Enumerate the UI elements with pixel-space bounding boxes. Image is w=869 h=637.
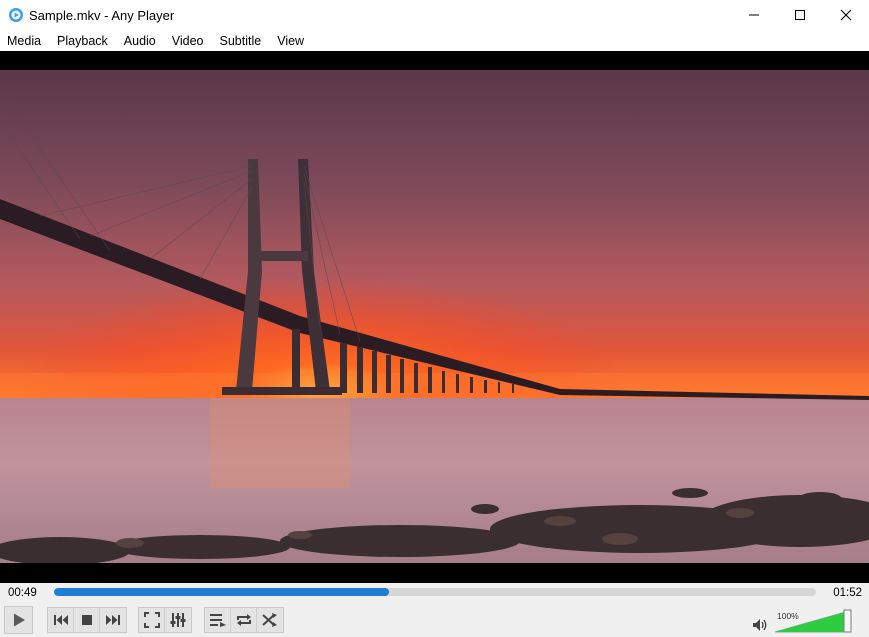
close-button[interactable]: [823, 0, 869, 30]
maximize-icon: [795, 10, 805, 20]
menu-playback[interactable]: Playback: [57, 34, 108, 48]
stop-icon: [81, 615, 92, 625]
skip-next-icon: [106, 615, 120, 625]
window-controls: [731, 0, 869, 30]
menu-video[interactable]: Video: [172, 34, 204, 48]
transport-controls: [47, 607, 127, 633]
fullscreen-button[interactable]: [139, 608, 165, 632]
play-icon: [13, 613, 25, 627]
equalizer-button[interactable]: [165, 608, 191, 632]
total-time: 01:52: [833, 587, 862, 599]
seek-bar-progress: [54, 588, 390, 596]
menu-bar: Media Playback Audio Video Subtitle View: [0, 30, 869, 51]
minimize-icon: [749, 14, 759, 16]
video-frame: [0, 51, 869, 583]
fullscreen-icon: [143, 612, 160, 628]
repeat-button[interactable]: [231, 608, 257, 632]
close-icon: [840, 9, 852, 21]
stop-button[interactable]: [74, 608, 100, 632]
view-controls: [138, 607, 192, 633]
video-display[interactable]: [0, 51, 869, 583]
menu-audio[interactable]: Audio: [124, 34, 156, 48]
equalizer-icon: [170, 613, 186, 627]
repeat-icon: [236, 614, 251, 626]
title-bar: Sample.mkv - Any Player: [0, 0, 869, 30]
maximize-button[interactable]: [777, 0, 823, 30]
next-button[interactable]: [100, 608, 126, 632]
app-icon: [9, 8, 23, 22]
playlist-controls: [204, 607, 284, 633]
seek-bar[interactable]: [54, 588, 816, 596]
playlist-button[interactable]: [205, 608, 231, 632]
menu-subtitle[interactable]: Subtitle: [220, 34, 262, 48]
menu-media[interactable]: Media: [7, 34, 41, 48]
shuffle-button[interactable]: [257, 608, 283, 632]
volume-handle[interactable]: [843, 609, 852, 633]
window-title: Sample.mkv - Any Player: [29, 7, 175, 23]
skip-previous-icon: [53, 615, 68, 625]
play-button[interactable]: [4, 606, 33, 634]
minimize-button[interactable]: [731, 0, 777, 30]
playlist-icon: [209, 614, 226, 627]
menu-view[interactable]: View: [277, 34, 304, 48]
volume-percent: 100%: [777, 611, 799, 621]
current-time: 00:49: [8, 587, 37, 599]
previous-button[interactable]: [48, 608, 74, 632]
speaker-icon[interactable]: [752, 618, 768, 632]
control-panel: 00:49 01:52 100%: [0, 583, 869, 637]
shuffle-icon: [262, 613, 277, 627]
